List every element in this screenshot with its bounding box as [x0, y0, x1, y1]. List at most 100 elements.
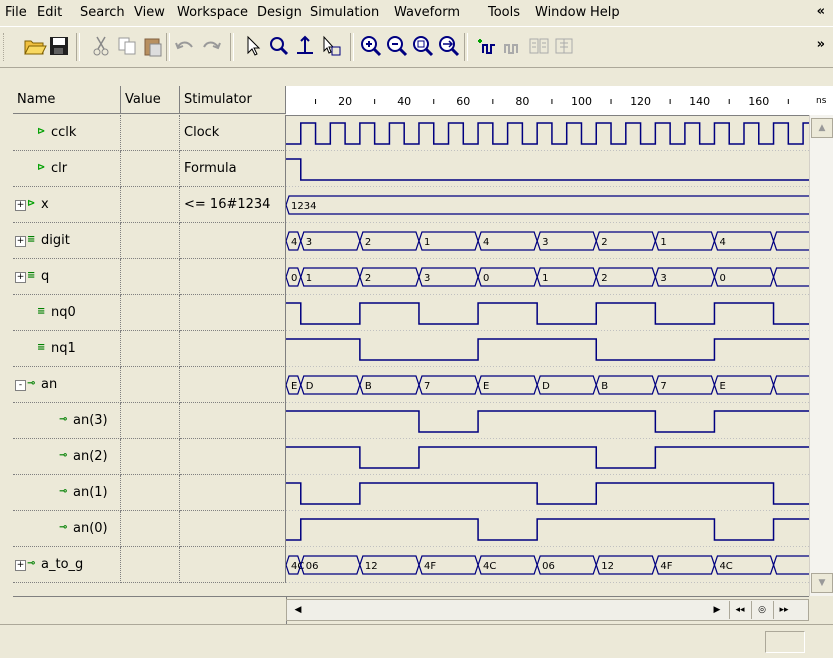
signal-row[interactable]: - ⊸ an: [13, 367, 286, 403]
a-to-g-bus-wave-value-label: 4F: [660, 561, 672, 572]
signal-name-cell[interactable]: + ≡ q: [13, 259, 121, 295]
goto-cursor-icon[interactable]: ◎: [751, 601, 772, 619]
signal-stimulator-cell[interactable]: Formula: [180, 151, 286, 187]
signal-name-cell[interactable]: ⊸ an(0): [13, 511, 121, 547]
signal-row[interactable]: ⊸ an(3): [13, 403, 286, 439]
merge-button[interactable]: [526, 33, 552, 59]
signal-row[interactable]: ⊳ cclk Clock: [13, 115, 286, 151]
zoom-out-button[interactable]: [384, 33, 410, 59]
signal-name: nq0: [51, 305, 76, 320]
an-bus-wave-value-label: E: [483, 381, 489, 392]
remove-signal-button[interactable]: [500, 33, 526, 59]
menu-window[interactable]: Window: [535, 5, 586, 20]
split-button[interactable]: [552, 33, 578, 59]
signal-stimulator-cell[interactable]: [180, 439, 286, 475]
copy-button[interactable]: [114, 33, 140, 59]
signal-row[interactable]: ⊳ clr Formula: [13, 151, 286, 187]
scroll-up-button[interactable]: ▲: [811, 118, 833, 138]
paste-button[interactable]: [140, 33, 166, 59]
scroll-right-icon[interactable]: ▶: [707, 601, 727, 619]
zoom-in-button[interactable]: [358, 33, 384, 59]
menu-file[interactable]: File: [5, 5, 27, 20]
digit-bus-wave-value-label: 1: [660, 237, 666, 248]
expand-icon[interactable]: +: [15, 272, 26, 283]
add-signal-button[interactable]: [474, 33, 500, 59]
signal-stimulator-cell[interactable]: <= 16#1234: [180, 187, 286, 223]
menu-tools[interactable]: Tools: [488, 5, 520, 20]
cut-button[interactable]: [88, 33, 114, 59]
select-pointer-button[interactable]: [240, 33, 266, 59]
undo-button[interactable]: [172, 33, 198, 59]
signal-name-cell[interactable]: ⊸ an(2): [13, 439, 121, 475]
menu-overflow-icon[interactable]: «: [817, 4, 825, 19]
expand-icon[interactable]: +: [15, 200, 26, 211]
signal-name-cell[interactable]: ≡ nq1: [13, 331, 121, 367]
signal-row[interactable]: ⊸ an(2): [13, 439, 286, 475]
signal-stimulator-cell[interactable]: [180, 475, 286, 511]
goto-start-icon[interactable]: ◂◂: [729, 601, 750, 619]
signal-row[interactable]: ≡ nq1: [13, 331, 286, 367]
menu-design[interactable]: Design: [257, 5, 302, 20]
signal-row[interactable]: ≡ nq0: [13, 295, 286, 331]
signal-row[interactable]: + ⊳ x <= 16#1234: [13, 187, 286, 223]
signal-name-cell[interactable]: ≡ nq0: [13, 295, 121, 331]
signal-stimulator-cell[interactable]: [180, 511, 286, 547]
signal-stimulator-cell[interactable]: [180, 403, 286, 439]
scroll-left-icon[interactable]: ◀: [288, 601, 308, 619]
signal-stimulator-cell[interactable]: Clock: [180, 115, 286, 151]
scroll-down-button[interactable]: ▼: [811, 573, 833, 593]
save-button[interactable]: [46, 33, 72, 59]
stimulator-column-header[interactable]: Stimulator: [180, 86, 286, 114]
signal-stimulator-cell[interactable]: [180, 295, 286, 331]
signal-name-cell[interactable]: + ⊸ a_to_g: [13, 547, 121, 583]
open-folder-button[interactable]: [22, 33, 48, 59]
signal-row[interactable]: + ≡ q: [13, 259, 286, 295]
signal-name-cell[interactable]: ⊳ cclk: [13, 115, 121, 151]
signal-name-cell[interactable]: ⊳ clr: [13, 151, 121, 187]
zoom-range-button[interactable]: [410, 33, 436, 59]
waveform-area[interactable]: 1234 4 3 2 1 4 3 2 1 4 0 1 2 3 0 1 2 3 0 E D B 7 E D B 7 E 4C 06 12 4F 4…: [286, 115, 809, 596]
signal-name-cell[interactable]: - ⊸ an: [13, 367, 121, 403]
menu-search[interactable]: Search: [80, 5, 125, 20]
signal-row[interactable]: ⊸ an(1): [13, 475, 286, 511]
goto-end-icon[interactable]: ▸▸: [773, 601, 794, 619]
signal-stimulator-cell[interactable]: [180, 331, 286, 367]
signal-stimulator-cell[interactable]: [180, 259, 286, 295]
collapse-icon[interactable]: -: [15, 380, 26, 391]
menu-waveform[interactable]: Waveform: [394, 5, 460, 20]
ruler-tick-label: 120: [630, 95, 651, 108]
menu-workspace[interactable]: Workspace: [177, 5, 248, 20]
signal-name-cell[interactable]: ⊸ an(3): [13, 403, 121, 439]
expand-icon[interactable]: +: [15, 560, 26, 571]
menu-edit[interactable]: Edit: [37, 5, 62, 20]
pan-button[interactable]: [318, 33, 344, 59]
vertical-scrollbar[interactable]: ▲ ▼: [809, 115, 833, 596]
signal-name: an(2): [73, 449, 108, 464]
signal-stimulator-cell[interactable]: [180, 547, 286, 583]
zoom-mode-button[interactable]: [266, 33, 292, 59]
signal-name-cell[interactable]: ⊸ an(1): [13, 475, 121, 511]
expand-icon[interactable]: +: [15, 236, 26, 247]
redo-button[interactable]: [198, 33, 224, 59]
toolbar-grip[interactable]: [3, 33, 7, 61]
name-column-header[interactable]: Name: [13, 86, 121, 114]
signal-row[interactable]: + ≡ digit: [13, 223, 286, 259]
menu-simulation[interactable]: Simulation: [310, 5, 379, 20]
horizontal-scrollbar[interactable]: ◀ ▶ ◂◂ ◎ ▸▸: [286, 599, 809, 621]
signal-stimulator-cell[interactable]: [180, 367, 286, 403]
signal-row[interactable]: + ⊸ a_to_g: [13, 547, 286, 583]
signal-name-cell[interactable]: + ≡ digit: [13, 223, 121, 259]
signal-name-cell[interactable]: + ⊳ x: [13, 187, 121, 223]
copy-icon: [118, 37, 136, 55]
digit-bus-wave-segment: [772, 231, 809, 251]
internal-signal-icon: ≡: [37, 342, 46, 353]
time-ruler[interactable]: 20 40 60 80 100 120 140 160 ns: [286, 86, 833, 116]
measure-button[interactable]: [292, 33, 318, 59]
signal-stimulator-cell[interactable]: [180, 223, 286, 259]
menu-help[interactable]: Help: [590, 5, 620, 20]
toolbar-overflow-icon[interactable]: »: [817, 37, 825, 52]
menu-view[interactable]: View: [134, 5, 165, 20]
signal-row[interactable]: ⊸ an(0): [13, 511, 286, 547]
zoom-fit-button[interactable]: [436, 33, 462, 59]
value-column-header[interactable]: Value: [121, 86, 180, 114]
